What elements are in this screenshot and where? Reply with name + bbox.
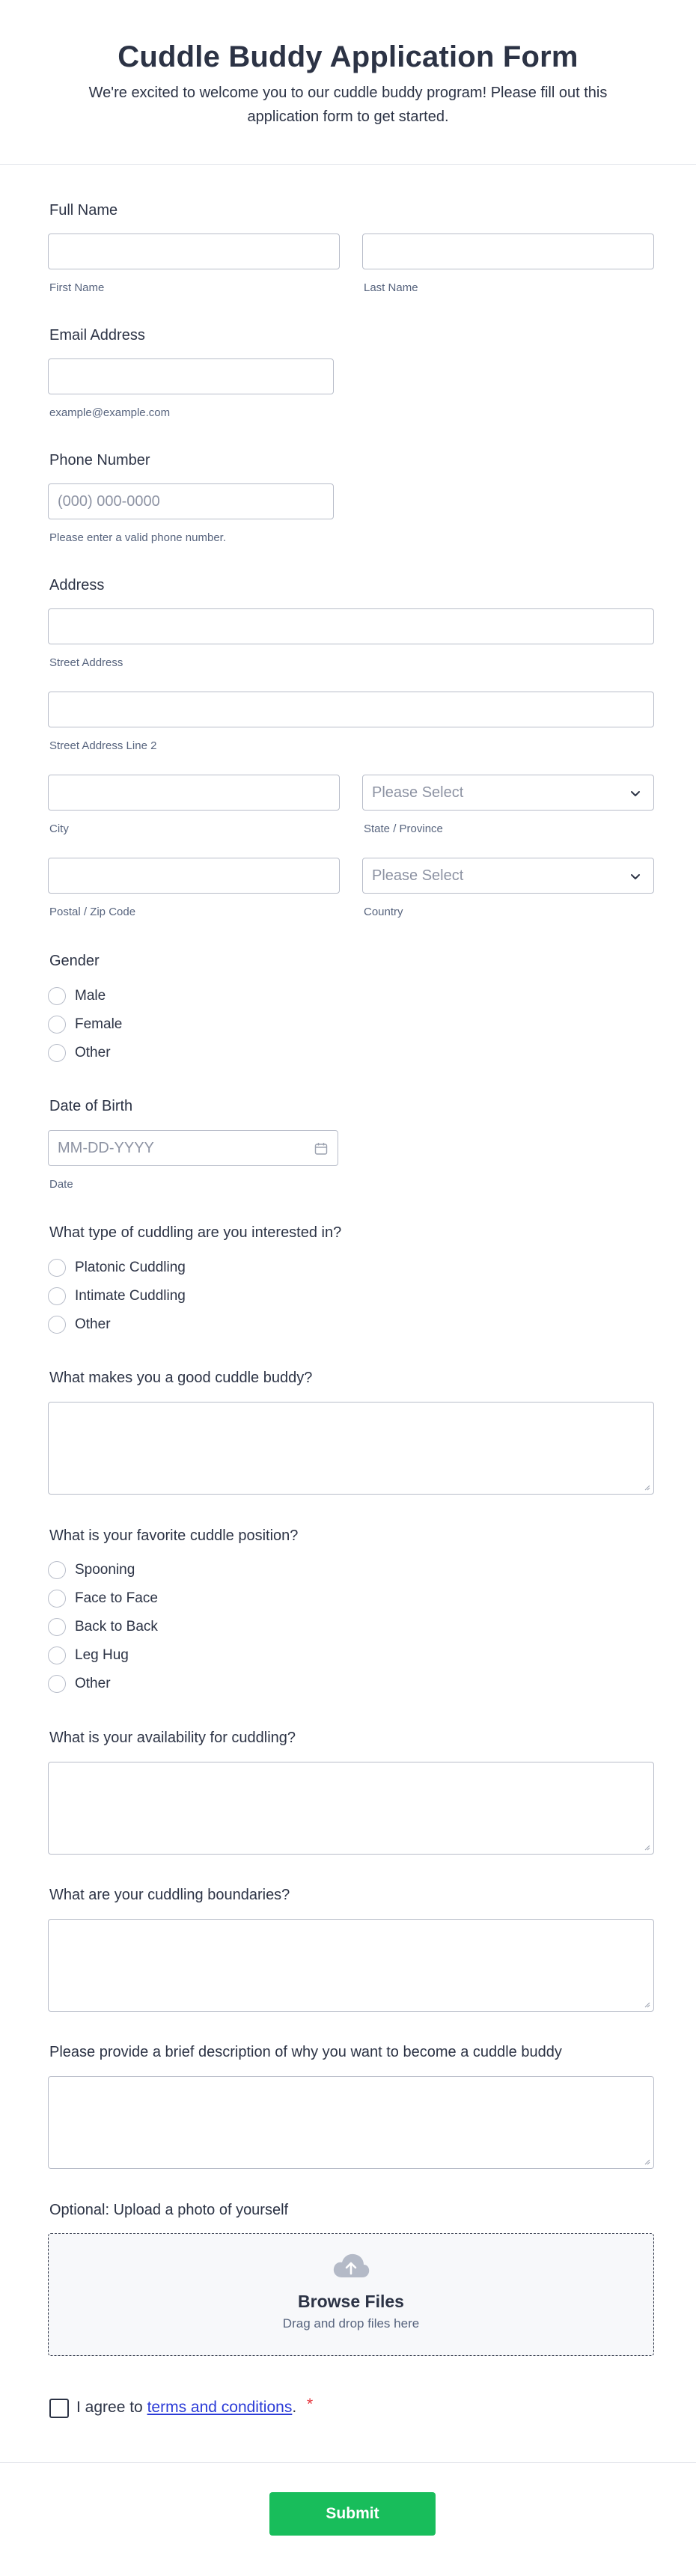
browse-files-label[interactable]: Browse Files: [49, 2292, 653, 2312]
form-page: Cuddle Buddy Application Form We're exci…: [0, 0, 696, 2576]
gender-option[interactable]: Female: [48, 1014, 122, 1035]
position-option-label: Back to Back: [75, 1619, 158, 1635]
position-label: What is your favorite cuddle position?: [49, 1527, 299, 1544]
first-name-input[interactable]: [48, 234, 340, 269]
email-label: Email Address: [49, 327, 145, 344]
chevron-down-icon: [631, 791, 640, 796]
position-option-label: Spooning: [75, 1562, 135, 1578]
description-textarea[interactable]: [48, 2076, 654, 2169]
phone-placeholder: (000) 000-0000: [58, 493, 160, 510]
cuddling-type-label: What type of cuddling are you interested…: [49, 1224, 342, 1241]
radio-button[interactable]: [48, 1675, 66, 1693]
gender-option-label: Female: [75, 1016, 123, 1032]
radio-button[interactable]: [48, 1316, 66, 1334]
position-option[interactable]: Leg Hug: [48, 1645, 129, 1666]
cuddling-type-option-label: Platonic Cuddling: [75, 1260, 186, 1275]
city-sublabel: City: [49, 822, 69, 835]
last-name-sublabel: Last Name: [364, 281, 418, 294]
phone-label: Phone Number: [49, 452, 150, 468]
resize-handle-icon[interactable]: [643, 2158, 650, 2165]
phone-sublabel: Please enter a valid phone number.: [49, 531, 226, 544]
cuddling-type-option-label: Other: [75, 1316, 111, 1332]
cuddling-type-option[interactable]: Other: [48, 1314, 111, 1335]
email-sublabel: example@example.com: [49, 406, 171, 419]
boundaries-label: What are your cuddling boundaries?: [49, 1887, 290, 1903]
terms-checkbox[interactable]: [49, 2399, 69, 2418]
gender-option-label: Male: [75, 988, 106, 1004]
submit-button[interactable]: Submit: [269, 2492, 436, 2536]
resize-handle-icon[interactable]: [643, 1843, 650, 1851]
first-name-sublabel: First Name: [49, 281, 105, 294]
zip-sublabel: Postal / Zip Code: [49, 906, 136, 918]
radio-button[interactable]: [48, 1044, 66, 1062]
position-option-label: Face to Face: [75, 1590, 158, 1606]
full-name-label: Full Name: [49, 202, 118, 219]
state-select[interactable]: Please Select: [362, 775, 654, 811]
state-select-placeholder: Please Select: [372, 784, 464, 801]
last-name-input[interactable]: [362, 234, 654, 269]
drag-drop-hint: Drag and drop files here: [282, 2316, 420, 2331]
country-select[interactable]: Please Select: [362, 858, 654, 894]
radio-button[interactable]: [48, 987, 66, 1005]
radio-button[interactable]: [48, 1590, 66, 1608]
cloud-upload-icon: [333, 2253, 370, 2277]
street-address-input[interactable]: [48, 608, 654, 644]
description-label: Please provide a brief description of wh…: [49, 2044, 562, 2060]
radio-button[interactable]: [48, 1646, 66, 1664]
street-address-line2-input[interactable]: [48, 692, 654, 727]
terms-link[interactable]: terms and conditions: [147, 2399, 293, 2416]
availability-textarea[interactable]: [48, 1762, 654, 1855]
resize-handle-icon[interactable]: [643, 2000, 650, 2008]
radio-button[interactable]: [48, 1287, 66, 1305]
phone-input[interactable]: (000) 000-0000: [48, 483, 334, 519]
terms-text: I agree to terms and conditions. *: [76, 2396, 314, 2417]
position-option[interactable]: Spooning: [48, 1560, 135, 1581]
terms-suffix: .: [292, 2399, 297, 2416]
position-option-label: Other: [75, 1676, 111, 1691]
radio-button[interactable]: [48, 1561, 66, 1579]
form-title: Cuddle Buddy Application Form: [117, 40, 579, 73]
country-sublabel: Country: [364, 906, 403, 918]
file-upload-dropzone[interactable]: Browse Files Drag and drop files here: [48, 2233, 654, 2356]
terms-prefix: I agree to: [76, 2399, 147, 2416]
chevron-down-icon: [631, 874, 640, 879]
country-select-placeholder: Please Select: [372, 867, 464, 884]
gender-label: Gender: [49, 953, 100, 969]
dob-placeholder: MM-DD-YYYY: [58, 1140, 154, 1156]
good-buddy-label: What makes you a good cuddle buddy?: [49, 1370, 313, 1386]
required-asterisk: *: [307, 2396, 314, 2413]
cuddling-type-option[interactable]: Platonic Cuddling: [48, 1257, 186, 1278]
address-label: Address: [49, 577, 105, 593]
cuddling-type-option-label: Intimate Cuddling: [75, 1288, 186, 1304]
street-address-sublabel: Street Address: [49, 656, 123, 669]
gender-option[interactable]: Other: [48, 1043, 111, 1063]
email-input[interactable]: [48, 358, 334, 394]
calendar-icon[interactable]: [314, 1141, 329, 1156]
position-option[interactable]: Other: [48, 1673, 111, 1694]
radio-button[interactable]: [48, 1618, 66, 1636]
radio-button[interactable]: [48, 1016, 66, 1034]
city-input[interactable]: [48, 775, 340, 811]
form-header: Cuddle Buddy Application Form We're exci…: [0, 0, 696, 165]
position-option-label: Leg Hug: [75, 1647, 129, 1663]
footer-divider: [0, 2462, 696, 2463]
boundaries-textarea[interactable]: [48, 1919, 654, 2012]
gender-option[interactable]: Male: [48, 986, 106, 1007]
radio-button[interactable]: [48, 1259, 66, 1277]
zip-input[interactable]: [48, 858, 340, 894]
form-subtitle: We're excited to welcome you to our cudd…: [88, 85, 608, 125]
position-option[interactable]: Back to Back: [48, 1617, 158, 1638]
availability-label: What is your availability for cuddling?: [49, 1730, 296, 1746]
upload-label: Optional: Upload a photo of yourself: [49, 2202, 289, 2218]
gender-option-label: Other: [75, 1045, 111, 1060]
dob-input[interactable]: MM-DD-YYYY: [48, 1130, 338, 1166]
dob-label: Date of Birth: [49, 1098, 133, 1114]
good-buddy-textarea[interactable]: [48, 1402, 654, 1495]
dob-sublabel: Date: [49, 1178, 73, 1191]
resize-handle-icon[interactable]: [643, 1483, 650, 1491]
state-sublabel: State / Province: [364, 822, 443, 835]
position-option[interactable]: Face to Face: [48, 1588, 158, 1609]
cuddling-type-option[interactable]: Intimate Cuddling: [48, 1286, 186, 1307]
street-address-line2-sublabel: Street Address Line 2: [49, 739, 157, 752]
